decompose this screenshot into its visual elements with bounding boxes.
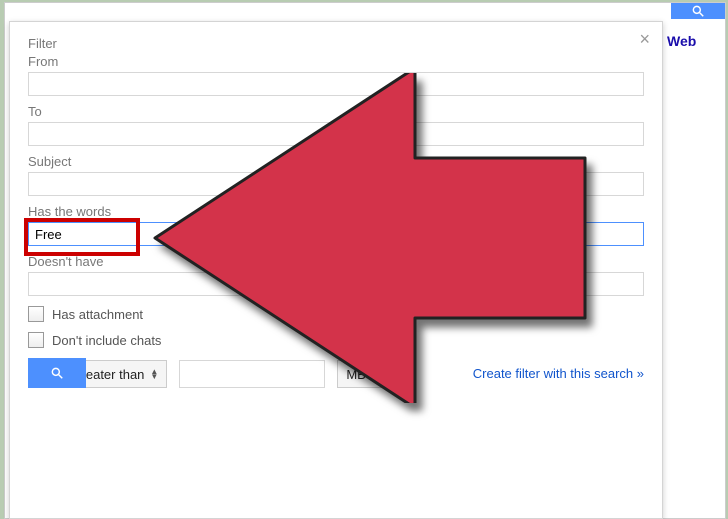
has-words-label: Has the words	[28, 204, 644, 219]
from-label: From	[28, 54, 644, 69]
dont-include-chats-row: Don't include chats	[28, 332, 644, 348]
create-filter-link[interactable]: Create filter with this search »	[473, 366, 644, 381]
right-column: Web	[667, 33, 717, 49]
doesnt-have-input[interactable]	[28, 272, 644, 296]
subject-label: Subject	[28, 154, 644, 169]
search-icon	[50, 366, 64, 380]
to-input[interactable]	[28, 122, 644, 146]
search-icon	[691, 4, 705, 18]
doesnt-have-label: Doesn't have	[28, 254, 644, 269]
top-search-button[interactable]	[671, 3, 725, 19]
subject-input[interactable]	[28, 172, 644, 196]
dont-include-chats-checkbox[interactable]	[28, 332, 44, 348]
has-words-input[interactable]	[28, 222, 644, 246]
has-attachment-row: Has attachment	[28, 306, 644, 322]
filter-panel: × Filter From To Subject Has the words D…	[9, 21, 663, 519]
has-attachment-checkbox[interactable]	[28, 306, 44, 322]
screenshot-stage: Web × Filter From To Subject Has the wor…	[0, 0, 728, 519]
dont-include-chats-label: Don't include chats	[52, 333, 161, 348]
filter-panel-inner: × Filter From To Subject Has the words D…	[10, 22, 662, 398]
panel-bottom-row: Create filter with this search »	[28, 358, 644, 388]
web-link[interactable]: Web	[667, 33, 696, 49]
from-input[interactable]	[28, 72, 644, 96]
search-button[interactable]	[28, 358, 86, 388]
close-icon[interactable]: ×	[639, 30, 650, 48]
filter-heading: Filter	[28, 36, 644, 51]
has-attachment-label: Has attachment	[52, 307, 143, 322]
to-label: To	[28, 104, 644, 119]
page-background: Web × Filter From To Subject Has the wor…	[4, 2, 726, 519]
